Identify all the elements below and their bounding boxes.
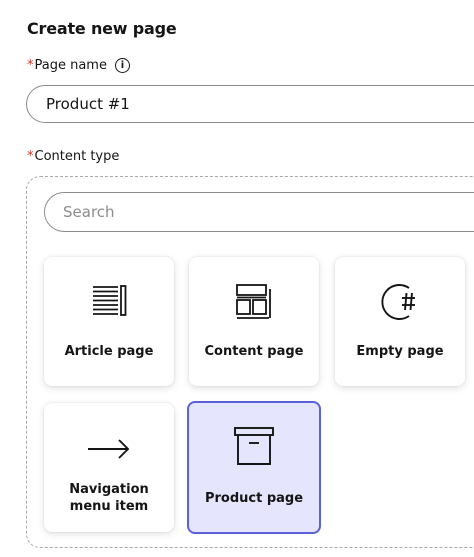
- page-name-label: * Page name i: [27, 58, 130, 73]
- content-type-label-text: Content type: [34, 149, 120, 164]
- required-mark: *: [27, 58, 34, 73]
- page-name-value: Product #1: [46, 95, 130, 113]
- required-mark: *: [27, 149, 34, 164]
- hash-circle-icon: [381, 284, 415, 320]
- tile-navigation-menu-item[interactable]: Navigation menu item: [44, 403, 174, 532]
- tile-label: Article page: [64, 344, 154, 359]
- info-icon[interactable]: i: [114, 58, 130, 73]
- tile-product-page[interactable]: Product page: [187, 401, 321, 534]
- tile-empty-page[interactable]: Empty page: [335, 257, 465, 386]
- tile-article-page[interactable]: Article page: [44, 257, 174, 386]
- search-placeholder: Search: [63, 203, 115, 221]
- tile-label: Empty page: [356, 344, 444, 359]
- layout-icon: [236, 284, 271, 319]
- search-input[interactable]: Search: [44, 192, 474, 232]
- content-type-label: * Content type: [27, 149, 119, 164]
- tile-content-page[interactable]: Content page: [189, 257, 319, 386]
- tile-label: Content page: [204, 344, 304, 359]
- page-title: Create new page: [27, 19, 177, 38]
- page-name-input[interactable]: Product #1: [26, 85, 474, 123]
- tile-label: Navigation menu item: [69, 482, 149, 514]
- article-icon: [93, 285, 127, 316]
- tile-label: Product page: [204, 491, 304, 506]
- archive-box-icon: [234, 427, 274, 465]
- page-name-label-text: Page name: [34, 58, 107, 73]
- arrow-right-icon: [88, 439, 130, 459]
